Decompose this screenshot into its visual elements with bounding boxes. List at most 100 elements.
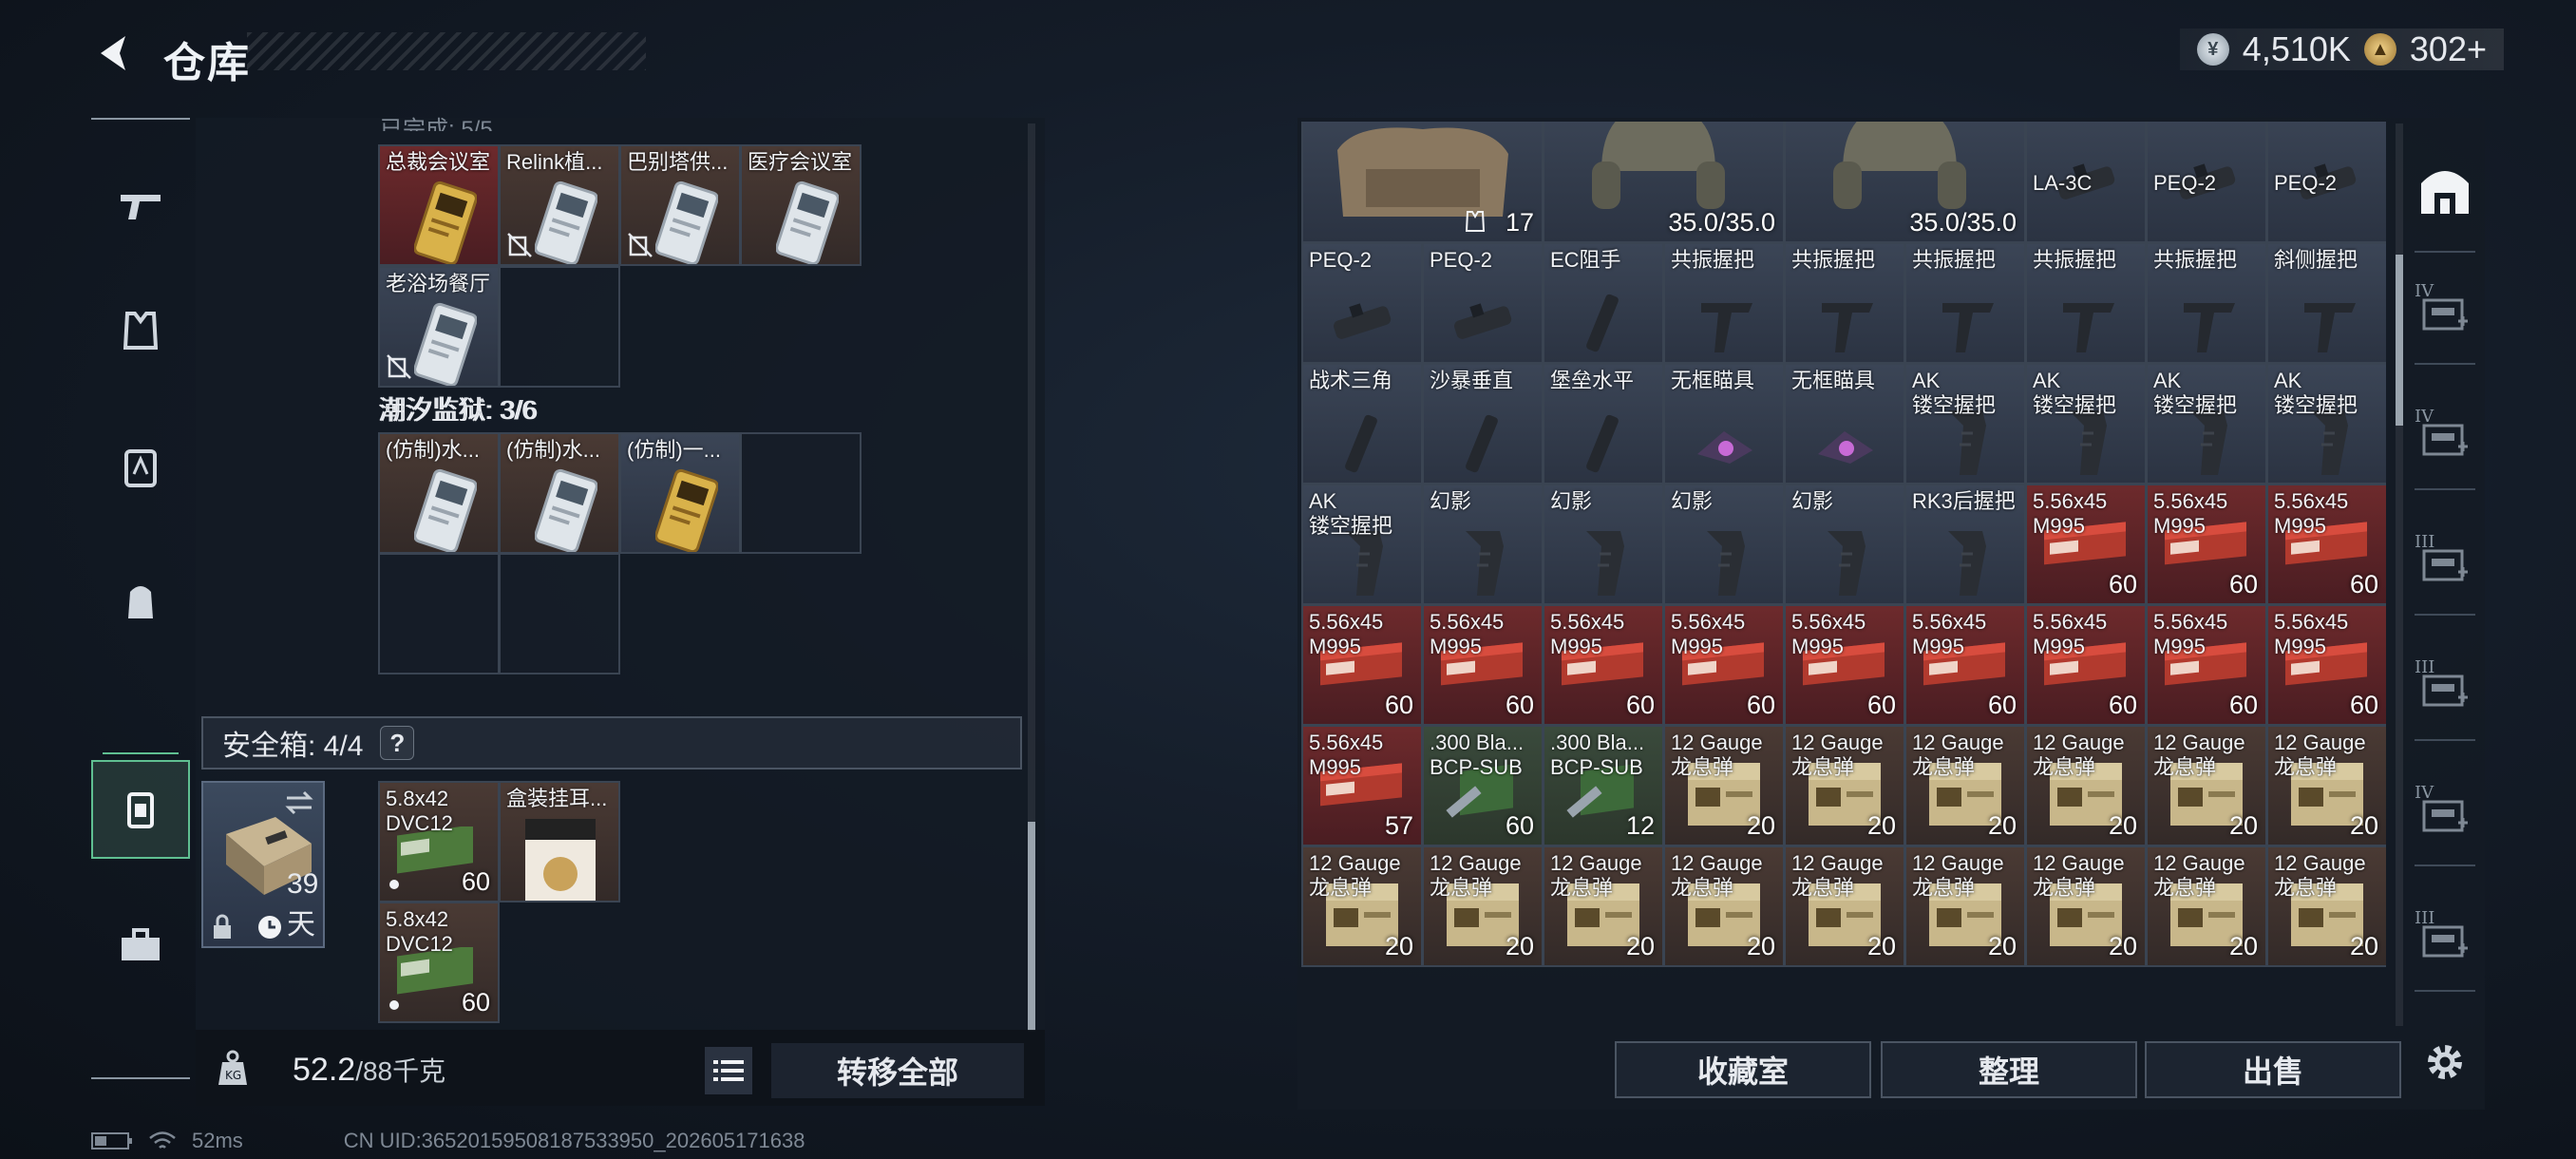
attachment-slot[interactable]: 幻影 xyxy=(1422,484,1544,605)
left-scrollbar-thumb[interactable] xyxy=(1028,822,1035,1031)
attachment-slot[interactable]: 无框瞄具 xyxy=(1784,363,1905,484)
right-scrollbar-thumb[interactable] xyxy=(2396,255,2403,426)
ammo-slot[interactable]: 12 Gauge 龙息弹 20 xyxy=(1543,846,1664,967)
ammo-slot[interactable]: 5.56x45 M995 60 xyxy=(2146,484,2267,605)
ammo-slot[interactable]: .300 Bla... BCP-SUB 60 xyxy=(1422,725,1544,846)
safe-item-slot[interactable]: 5.8x42 DVC12 60 xyxy=(378,902,500,1023)
attachment-slot[interactable]: PEQ-2 xyxy=(1422,242,1544,364)
keycard-slot[interactable]: 医疗会议室 xyxy=(740,144,862,266)
safe-case-slot[interactable]: 39天 xyxy=(201,781,325,948)
attachment-slot[interactable]: PEQ-2 xyxy=(1301,242,1423,364)
ammo-slot[interactable]: 5.56x45 M995 60 xyxy=(1422,604,1544,726)
ammo-slot[interactable]: 5.56x45 M995 60 xyxy=(2025,484,2147,605)
storage-tier-button[interactable]: III xyxy=(2409,646,2481,741)
attachment-slot[interactable]: 战术三角 xyxy=(1301,363,1423,484)
attachment-slot[interactable]: AK 镂空握把 xyxy=(1301,484,1423,605)
keycard-slot[interactable]: 老浴场餐厅 xyxy=(378,266,500,388)
attachment-slot[interactable]: 斜侧握把 xyxy=(2266,242,2386,364)
storage-tier-button[interactable]: III xyxy=(2409,521,2481,616)
ammo-slot[interactable]: 12 Gauge 龙息弹 20 xyxy=(1663,846,1785,967)
storage-tier-button[interactable]: IV xyxy=(2409,771,2481,866)
keycard-slot[interactable]: 巴别塔供... xyxy=(619,144,741,266)
attachment-slot[interactable]: 共振握把 xyxy=(1904,242,2026,364)
ammo-slot[interactable]: 5.56x45 M995 60 xyxy=(2266,604,2386,726)
category-armor[interactable] xyxy=(91,418,190,517)
helmet-slot[interactable]: 35.0/35.0 xyxy=(1784,122,2026,243)
ammo-slot[interactable]: 12 Gauge 龙息弹 20 xyxy=(1422,846,1544,967)
ammo-slot[interactable]: 12 Gauge 龙息弹 20 xyxy=(1301,846,1423,967)
ammo-slot[interactable]: 12 Gauge 龙息弹 20 xyxy=(2146,846,2267,967)
safe-item-slot[interactable]: 盒装挂耳... xyxy=(499,781,620,902)
ammo-slot[interactable]: 12 Gauge 龙息弹 20 xyxy=(1663,725,1785,846)
attachment-slot[interactable]: 共振握把 xyxy=(2025,242,2147,364)
attachment-slot[interactable]: PEQ-2 xyxy=(2146,122,2267,243)
ammo-slot[interactable]: 12 Gauge 龙息弹 20 xyxy=(2146,725,2267,846)
ammo-slot[interactable]: 12 Gauge 龙息弹 20 xyxy=(1904,846,2026,967)
attachment-slot[interactable]: 沙暴垂直 xyxy=(1422,363,1544,484)
category-toolbox[interactable] xyxy=(91,895,190,994)
attachment-slot[interactable]: AK 镂空握把 xyxy=(2146,363,2267,484)
help-button[interactable]: ? xyxy=(380,726,415,760)
empty-slot[interactable] xyxy=(740,432,862,554)
category-vests[interactable] xyxy=(91,281,190,380)
ammo-slot[interactable]: 5.56x45 M995 60 xyxy=(2146,604,2267,726)
category-backpacks[interactable] xyxy=(91,551,190,650)
attachment-slot[interactable]: 幻影 xyxy=(1663,484,1785,605)
storage-tier-button[interactable]: IV xyxy=(2409,395,2481,490)
ammo-slot[interactable]: 5.56x45 M995 60 xyxy=(2025,604,2147,726)
ammo-slot[interactable]: 12 Gauge 龙息弹 20 xyxy=(2025,725,2147,846)
attachment-slot[interactable]: AK 镂空握把 xyxy=(1904,363,2026,484)
ammo-slot[interactable]: 12 Gauge 龙息弹 20 xyxy=(2266,725,2386,846)
sell-button[interactable]: 出售 xyxy=(2145,1041,2401,1098)
settings-button[interactable] xyxy=(2409,1018,2481,1106)
ammo-slot[interactable]: .300 Bla... BCP-SUB 12 xyxy=(1543,725,1664,846)
storage-tier-button[interactable]: IV xyxy=(2409,270,2481,365)
transfer-all-button[interactable]: 转移全部 xyxy=(771,1043,1024,1098)
attachment-slot[interactable]: RK3后握把 xyxy=(1904,484,2026,605)
empty-slot[interactable] xyxy=(378,553,500,674)
collection-room-button[interactable]: 收藏室 xyxy=(1615,1041,1871,1098)
ammo-slot[interactable]: 5.56x45 M995 60 xyxy=(2266,484,2386,605)
ammo-slot[interactable]: 5.56x45 M995 60 xyxy=(1784,604,1905,726)
empty-slot[interactable] xyxy=(499,553,620,674)
back-button[interactable] xyxy=(87,27,141,80)
storage-tier-button[interactable]: III xyxy=(2409,897,2481,992)
helmet-slot[interactable]: 35.0/35.0 xyxy=(1543,122,1785,243)
attachment-slot[interactable]: 共振握把 xyxy=(1784,242,1905,364)
safe-item-slot[interactable]: 5.8x42 DVC12 60 xyxy=(378,781,500,902)
key-item-slot[interactable]: (仿制)水... xyxy=(499,432,620,554)
key-item-slot[interactable]: (仿制)水... xyxy=(378,432,500,554)
attachment-slot[interactable]: 堡垒水平 xyxy=(1543,363,1664,484)
empty-slot[interactable] xyxy=(499,266,620,388)
keycard-slot[interactable]: Relink植... xyxy=(499,144,620,266)
attachment-slot[interactable]: 无框瞄具 xyxy=(1663,363,1785,484)
attachment-slot[interactable]: 共振握把 xyxy=(1663,242,1785,364)
category-safe-case[interactable] xyxy=(91,760,190,859)
ammo-slot[interactable]: 12 Gauge 龙息弹 20 xyxy=(1904,725,2026,846)
ammo-slot[interactable]: 12 Gauge 龙息弹 20 xyxy=(1784,725,1905,846)
key-item-slot[interactable]: (仿制)一... xyxy=(619,432,741,554)
ammo-slot[interactable]: 12 Gauge 龙息弹 20 xyxy=(1784,846,1905,967)
keycard-slot[interactable]: 总裁会议室 xyxy=(378,144,500,266)
attachment-slot[interactable]: 幻影 xyxy=(1784,484,1905,605)
attachment-slot[interactable]: 幻影 xyxy=(1543,484,1664,605)
attachment-slot[interactable]: PEQ-2 xyxy=(2266,122,2386,243)
attachment-slot[interactable]: AK 镂空握把 xyxy=(2025,363,2147,484)
ammo-slot[interactable]: 5.56x45 M995 60 xyxy=(1663,604,1785,726)
category-guns[interactable] xyxy=(91,156,190,255)
ammo-slot[interactable]: 12 Gauge 龙息弹 20 xyxy=(2025,846,2147,967)
ammo-slot[interactable]: 5.56x45 M995 60 xyxy=(1904,604,2026,726)
sort-button[interactable]: 整理 xyxy=(1881,1041,2137,1098)
ammo-slot[interactable]: 5.56x45 M995 60 xyxy=(1543,604,1664,726)
attachment-slot[interactable]: LA-3C xyxy=(2025,122,2147,243)
storage-main-button[interactable] xyxy=(2409,146,2481,234)
item-count: 17 xyxy=(1505,208,1534,237)
backpack-slot[interactable]: 17 xyxy=(1301,122,1544,243)
ammo-slot[interactable]: 12 Gauge 龙息弹 20 xyxy=(2266,846,2386,967)
ammo-slot[interactable]: 5.56x45 M995 60 xyxy=(1301,604,1423,726)
attachment-slot[interactable]: 共振握把 xyxy=(2146,242,2267,364)
list-view-button[interactable] xyxy=(705,1047,752,1094)
ammo-slot[interactable]: 5.56x45 M995 57 xyxy=(1301,725,1423,846)
attachment-slot[interactable]: EC阻手 xyxy=(1543,242,1664,364)
attachment-slot[interactable]: AK 镂空握把 xyxy=(2266,363,2386,484)
